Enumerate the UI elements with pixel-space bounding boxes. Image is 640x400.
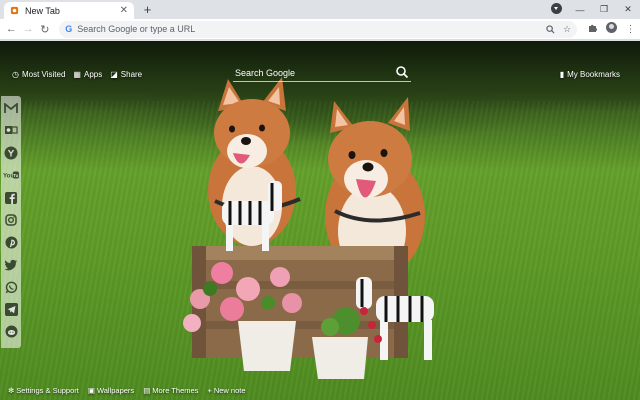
most-visited-link[interactable]: ◷ Most Visited [12,70,65,79]
media-control-icon[interactable] [544,3,568,16]
settings-support-link[interactable]: ✻ Settings & Support [8,386,79,395]
wallpapers-label: Wallpapers [96,386,135,395]
gear-icon: ✻ [8,386,15,395]
reddit-icon[interactable] [3,322,19,342]
share-icon: ◪ [110,70,118,79]
tab-title: New Tab [25,5,60,16]
search-box [233,64,411,82]
settings-support-label: Settings & Support [16,386,79,395]
clock-icon: ◷ [12,70,19,79]
address-bar[interactable]: G Search Google or type a URL ☆ [59,20,578,38]
restore-icon[interactable]: ❐ [592,4,616,15]
reload-icon[interactable]: ↻ [36,23,53,36]
image-icon: ▣ [87,386,95,395]
twitter-icon[interactable] [3,255,19,275]
apps-link[interactable]: ▦ Apps [73,70,102,79]
svg-text:Tu: Tu [13,173,18,178]
top-links: ◷ Most Visited ▦ Apps ◪ Share [12,70,142,79]
social-sidebar: You Tu [1,96,21,348]
my-bookmarks-link[interactable]: ▮ My Bookmarks [560,70,620,79]
footer-links: ✻ Settings & Support ▣ Wallpapers ▤ More… [8,386,246,395]
more-themes-label: More Themes [152,386,199,395]
my-bookmarks-label: My Bookmarks [567,70,620,79]
instagram-icon[interactable] [3,210,19,230]
apps-grid-icon: ▦ [73,70,81,79]
minimize-icon[interactable]: — [568,5,592,15]
search-input[interactable] [235,66,385,80]
new-note-label: New note [213,386,246,395]
share-label: Share [120,70,143,79]
tab-strip: New Tab ✕ + — ❐ ✕ [0,0,640,19]
zoom-icon[interactable] [546,24,555,34]
outlook-icon[interactable] [3,120,19,140]
google-g-icon: G [65,24,73,34]
search-icon[interactable] [395,65,409,79]
whatsapp-icon[interactable] [3,277,19,297]
tab-new-tab[interactable]: New Tab ✕ [4,2,134,19]
wallpapers-link[interactable]: ▣ Wallpapers [88,386,134,395]
menu-kebab-icon[interactable]: ⋮ [621,24,640,35]
back-arrow-icon[interactable]: ← [3,23,20,35]
star-icon[interactable]: ☆ [563,24,571,35]
window-controls: — ❐ ✕ [544,0,640,19]
plus-icon: + [207,386,212,395]
profile-avatar-icon[interactable] [602,22,621,36]
more-themes-link[interactable]: ▤ More Themes [143,386,198,395]
share-link[interactable]: ◪ Share [110,70,142,79]
grid-icon: ▤ [143,386,151,395]
youtube-icon[interactable]: You Tu [3,165,19,185]
new-tab-button[interactable]: + [140,2,155,17]
most-visited-label: Most Visited [21,70,66,79]
forward-arrow-icon[interactable]: → [20,23,37,35]
new-tab-page: ◷ Most Visited ▦ Apps ◪ Share ▮ My Bookm… [0,41,640,400]
telegram-icon[interactable] [3,300,19,320]
bookmark-icon: ▮ [559,70,565,79]
extensions-puzzle-icon[interactable] [583,23,602,36]
facebook-icon[interactable] [3,188,19,208]
pinterest-icon[interactable] [3,232,19,252]
gmail-icon[interactable] [3,98,19,118]
close-icon[interactable]: ✕ [120,5,128,16]
address-bar-placeholder: Search Google or type a URL [77,24,196,34]
wallpaper-image [183,77,434,379]
yahoo-icon[interactable] [3,143,19,163]
apps-label: Apps [83,70,103,79]
newtab-favicon [10,6,19,15]
new-note-link[interactable]: + New note [207,386,245,395]
browser-toolbar: ← → ↻ G Search Google or type a URL ☆ ⋮ [0,19,640,40]
window-close-icon[interactable]: ✕ [616,4,640,15]
